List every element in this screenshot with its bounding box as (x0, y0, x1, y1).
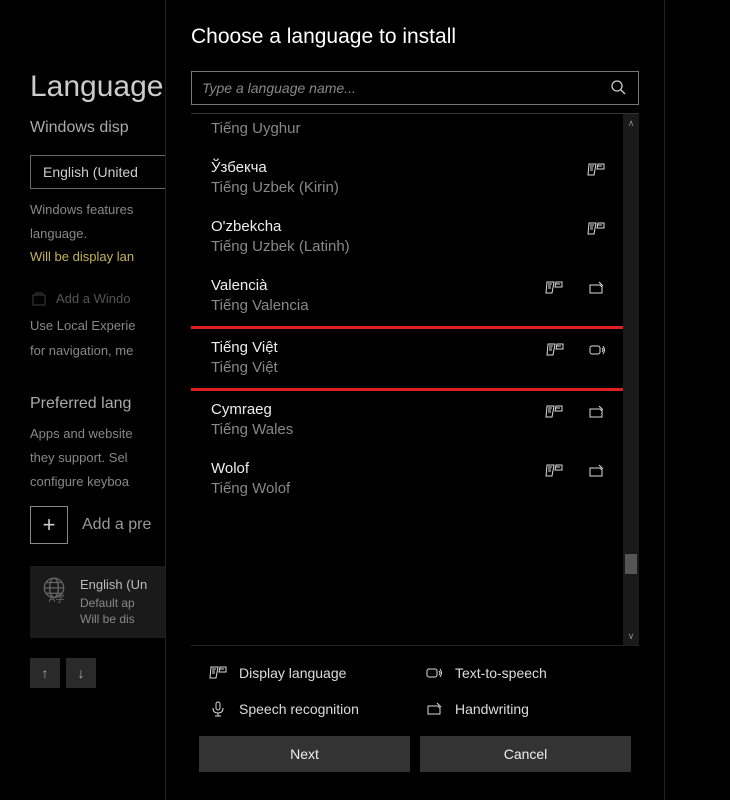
language-item[interactable]: Wolof Tiếng Wolof (191, 450, 621, 509)
card-will: Will be dis (80, 611, 147, 628)
language-local-name: Tiếng Việt (211, 359, 546, 376)
display-language-icon (545, 279, 563, 297)
legend-speech: Speech recognition (209, 700, 415, 718)
language-item[interactable]: Valencià Tiếng Valencia (191, 267, 621, 326)
move-up-button[interactable]: ↑ (30, 658, 60, 688)
plus-icon: + (30, 506, 68, 544)
search-icon (610, 79, 628, 97)
language-local-name: Tiếng Wolof (211, 480, 545, 497)
language-local-name: Tiếng Valencia (211, 297, 545, 314)
speech-recognition-icon (209, 700, 227, 718)
install-language-dialog: Choose a language to install Tiếng Uyghu… (165, 0, 665, 800)
language-native-name: Valencià (211, 277, 545, 294)
language-item[interactable]: Tiếng Uyghur (191, 114, 621, 149)
language-item[interactable]: Tiếng Việt Tiếng Việt (191, 326, 635, 391)
search-box[interactable] (191, 71, 639, 105)
bag-icon (30, 289, 48, 307)
display-language-icon (209, 664, 227, 682)
next-button[interactable]: Next (199, 736, 410, 772)
language-item[interactable]: O'zbekcha Tiếng Uzbek (Latinh) (191, 208, 621, 267)
language-native-name: Tiếng Việt (211, 339, 546, 356)
handwriting-icon (587, 462, 605, 480)
handwriting-icon (587, 403, 605, 421)
language-local-name: Tiếng Uyghur (211, 120, 605, 137)
scroll-up-icon[interactable]: ∧ (623, 114, 639, 132)
legend-display: Display language (209, 664, 415, 682)
dialog-title: Choose a language to install (191, 25, 639, 49)
text-to-speech-icon (425, 664, 443, 682)
language-native-name: Wolof (211, 460, 545, 477)
language-local-name: Tiếng Uzbek (Latinh) (211, 238, 587, 255)
display-language-icon (545, 462, 563, 480)
scroll-thumb[interactable] (625, 554, 637, 574)
language-native-name: O'zbekcha (211, 218, 587, 235)
language-item[interactable]: Ўзбекча Tiếng Uzbek (Kirin) (191, 149, 621, 208)
text-to-speech-icon (588, 341, 606, 359)
display-language-icon (546, 341, 564, 359)
display-language-dropdown[interactable]: English (United (30, 155, 170, 189)
legend: Display language Text-to-speech Speech r… (191, 645, 639, 736)
display-language-icon (587, 161, 605, 179)
language-item[interactable]: Cymraeg Tiếng Wales (191, 391, 621, 450)
move-down-button[interactable]: ↓ (66, 658, 96, 688)
search-input[interactable] (202, 80, 610, 96)
display-language-icon (545, 403, 563, 421)
language-local-name: Tiếng Wales (211, 421, 545, 438)
display-language-icon (587, 220, 605, 238)
scroll-down-icon[interactable]: ∨ (623, 627, 639, 645)
scrollbar[interactable]: ∧ ∨ (623, 114, 639, 645)
handwriting-icon (425, 700, 443, 718)
globe-icon (40, 576, 68, 604)
legend-handwriting: Handwriting (425, 700, 631, 718)
cancel-button[interactable]: Cancel (420, 736, 631, 772)
handwriting-icon (587, 279, 605, 297)
language-local-name: Tiếng Uzbek (Kirin) (211, 179, 587, 196)
language-native-name: Ўзбекча (211, 159, 587, 176)
language-native-name: Cymraeg (211, 401, 545, 418)
language-list[interactable]: Tiếng Uyghur Ўзбекча Tiếng Uzbek (Kirin) O'… (191, 114, 639, 645)
legend-tts: Text-to-speech (425, 664, 631, 682)
card-name: English (Un (80, 576, 147, 594)
card-default: Default ap (80, 595, 147, 612)
